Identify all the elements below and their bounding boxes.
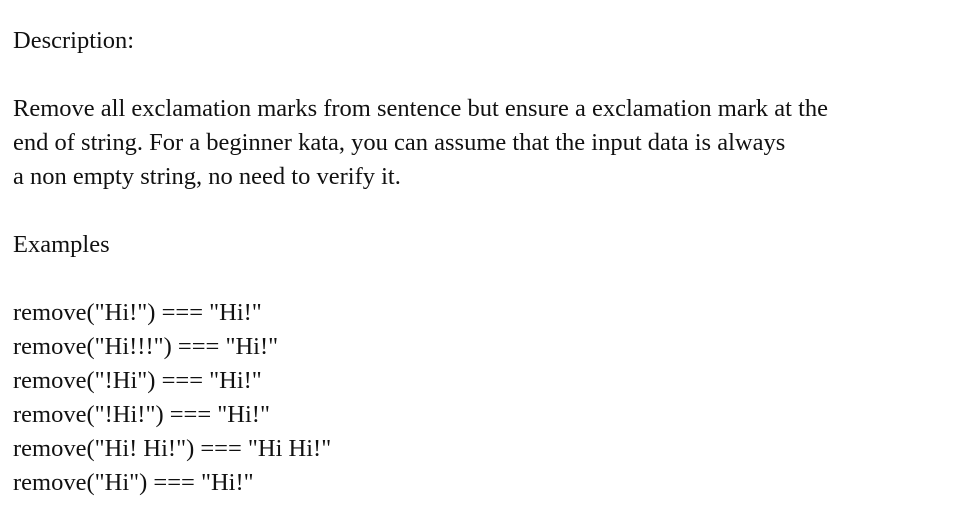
kata-description: Description: Remove all exclamation mark… bbox=[13, 24, 963, 500]
example-line: remove("Hi!") === "Hi!" bbox=[13, 299, 262, 326]
example-line: remove("Hi!!!") === "Hi!" bbox=[13, 333, 279, 360]
example-line: remove("Hi") === "Hi!" bbox=[13, 469, 254, 496]
description-heading: Description: bbox=[13, 27, 135, 54]
description-line: a non empty string, no need to verify it… bbox=[13, 163, 401, 190]
examples-heading: Examples bbox=[13, 231, 110, 258]
description-line: Remove all exclamation marks from senten… bbox=[13, 95, 828, 122]
description-line: end of string. For a beginner kata, you … bbox=[13, 129, 786, 156]
example-line: remove("Hi! Hi!") === "Hi Hi!" bbox=[13, 435, 332, 462]
example-line: remove("!Hi") === "Hi!" bbox=[13, 367, 262, 394]
example-line: remove("!Hi!") === "Hi!" bbox=[13, 401, 270, 428]
